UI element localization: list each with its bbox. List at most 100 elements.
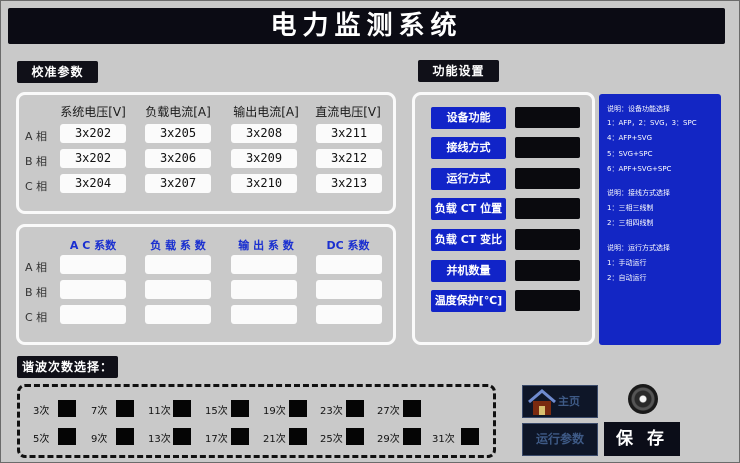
coef-c-ac[interactable]: [60, 305, 126, 324]
temp-protection-button[interactable]: 温度保护[℃]: [431, 290, 506, 312]
calib-a-load-current[interactable]: 3x205: [145, 124, 211, 143]
harmonic-toggle[interactable]: [58, 400, 76, 417]
coef-row-label-a: A 相: [25, 261, 48, 274]
parallel-count-button[interactable]: 并机数量: [431, 260, 506, 282]
harmonic-toggle[interactable]: [231, 428, 249, 445]
harmonic-label: 11次: [148, 406, 171, 417]
harmonic-toggle[interactable]: [403, 400, 421, 417]
col-header-load-current: 负载电流[A]: [145, 105, 211, 119]
wiring-mode-button[interactable]: 接线方式: [431, 137, 506, 159]
coef-row-label-b: B 相: [25, 286, 48, 299]
col-header-output-current: 输出电流[A]: [233, 105, 299, 119]
home-label: 主页: [558, 395, 580, 408]
main-window: 电力监测系统 校准参数 功能设置 系统电压[V] 负载电流[A] 输出电流[A]…: [0, 0, 740, 463]
calib-c-system-voltage[interactable]: 3x204: [60, 174, 126, 193]
coef-c-load[interactable]: [145, 305, 211, 324]
home-icon: [528, 389, 556, 415]
info-line: 说明：设备功能选择: [607, 105, 670, 113]
calib-b-system-voltage[interactable]: 3x202: [60, 149, 126, 168]
harmonic-toggle[interactable]: [289, 400, 307, 417]
run-mode-value[interactable]: [515, 168, 580, 189]
harmonic-label: 29次: [377, 434, 400, 445]
coef-b-ac[interactable]: [60, 280, 126, 299]
coef-a-load[interactable]: [145, 255, 211, 274]
coef-c-output[interactable]: [231, 305, 297, 324]
harmonic-toggle[interactable]: [289, 428, 307, 445]
run-params-button[interactable]: 运行参数: [522, 423, 598, 456]
harmonic-toggle[interactable]: [116, 428, 134, 445]
calib-c-output-current[interactable]: 3x210: [231, 174, 297, 193]
col-header-dc-coef: DC 系数: [326, 239, 370, 252]
calibration-section-label: 校准参数: [17, 61, 98, 83]
load-ct-ratio-button[interactable]: 负载 CT 变比: [431, 229, 506, 251]
harmonic-toggle[interactable]: [461, 428, 479, 445]
harmonic-panel: [17, 384, 496, 458]
harmonic-toggle[interactable]: [346, 428, 364, 445]
info-line: 6：APF+SVG+SPC: [607, 165, 672, 173]
page-title: 电力监测系统: [8, 8, 725, 44]
harmonic-toggle[interactable]: [346, 400, 364, 417]
info-line: 1：AFP，2：SVG，3：SPC: [607, 119, 697, 127]
harmonic-toggle[interactable]: [231, 400, 249, 417]
col-header-load-coef: 负 载 系 数: [150, 239, 206, 252]
load-ct-position-value[interactable]: [515, 198, 580, 219]
row-label-a: A 相: [25, 130, 48, 143]
harmonic-label: 23次: [320, 406, 343, 417]
calib-a-output-current[interactable]: 3x208: [231, 124, 297, 143]
function-section-label: 功能设置: [418, 60, 499, 82]
calib-b-dc-voltage[interactable]: 3x212: [316, 149, 382, 168]
row-label-c: C 相: [25, 180, 48, 193]
info-line: 1：三相三线制: [607, 204, 654, 212]
save-button[interactable]: 保 存: [604, 422, 680, 456]
coef-b-load[interactable]: [145, 280, 211, 299]
info-line: 4：AFP+SVG: [607, 134, 653, 142]
home-button[interactable]: 主页: [522, 385, 598, 418]
harmonic-label: 9次: [91, 434, 108, 445]
info-panel: 说明：设备功能选择 1：AFP，2：SVG，3：SPC 4：AFP+SVG 5：…: [599, 94, 721, 345]
harmonic-label: 15次: [205, 406, 228, 417]
col-header-dc-voltage: 直流电压[V]: [315, 105, 381, 119]
device-function-button[interactable]: 设备功能: [431, 107, 506, 129]
coef-a-output[interactable]: [231, 255, 297, 274]
coef-b-output[interactable]: [231, 280, 297, 299]
load-ct-position-button[interactable]: 负载 CT 位置: [431, 198, 506, 220]
harmonic-section-label: 谐波次数选择：: [17, 356, 118, 378]
coef-c-dc[interactable]: [316, 305, 382, 324]
load-ct-ratio-value[interactable]: [515, 229, 580, 250]
row-label-b: B 相: [25, 155, 48, 168]
calib-c-dc-voltage[interactable]: 3x213: [316, 174, 382, 193]
harmonic-toggle[interactable]: [173, 428, 191, 445]
coef-row-label-c: C 相: [25, 311, 48, 324]
info-line: 说明：接线方式选择: [607, 189, 670, 197]
info-line: 1：手动运行: [607, 259, 647, 267]
parallel-count-value[interactable]: [515, 260, 580, 281]
col-header-ac-coef: A C 系数: [69, 239, 117, 252]
calib-a-dc-voltage[interactable]: 3x211: [316, 124, 382, 143]
harmonic-label: 3次: [33, 406, 50, 417]
calib-b-load-current[interactable]: 3x206: [145, 149, 211, 168]
device-function-value[interactable]: [515, 107, 580, 128]
harmonic-toggle[interactable]: [173, 400, 191, 417]
coef-a-ac[interactable]: [60, 255, 126, 274]
run-mode-button[interactable]: 运行方式: [431, 168, 506, 190]
temp-protection-value[interactable]: [515, 290, 580, 311]
col-header-output-coef: 输 出 系 数: [238, 239, 294, 252]
info-line: 2：自动运行: [607, 274, 647, 282]
calib-c-load-current[interactable]: 3x207: [145, 174, 211, 193]
harmonic-label: 5次: [33, 434, 50, 445]
coef-b-dc[interactable]: [316, 280, 382, 299]
harmonic-label: 31次: [432, 434, 455, 445]
speaker-icon: [628, 384, 658, 414]
harmonic-label: 13次: [148, 434, 171, 445]
harmonic-label: 17次: [205, 434, 228, 445]
harmonic-toggle[interactable]: [116, 400, 134, 417]
calib-b-output-current[interactable]: 3x209: [231, 149, 297, 168]
harmonic-toggle[interactable]: [58, 428, 76, 445]
harmonic-toggle[interactable]: [403, 428, 421, 445]
wiring-mode-value[interactable]: [515, 137, 580, 158]
col-header-system-voltage: 系统电压[V]: [60, 105, 126, 119]
coef-a-dc[interactable]: [316, 255, 382, 274]
calib-a-system-voltage[interactable]: 3x202: [60, 124, 126, 143]
info-line: 说明：运行方式选择: [607, 244, 670, 252]
info-line: 5：SVG+SPC: [607, 150, 653, 158]
